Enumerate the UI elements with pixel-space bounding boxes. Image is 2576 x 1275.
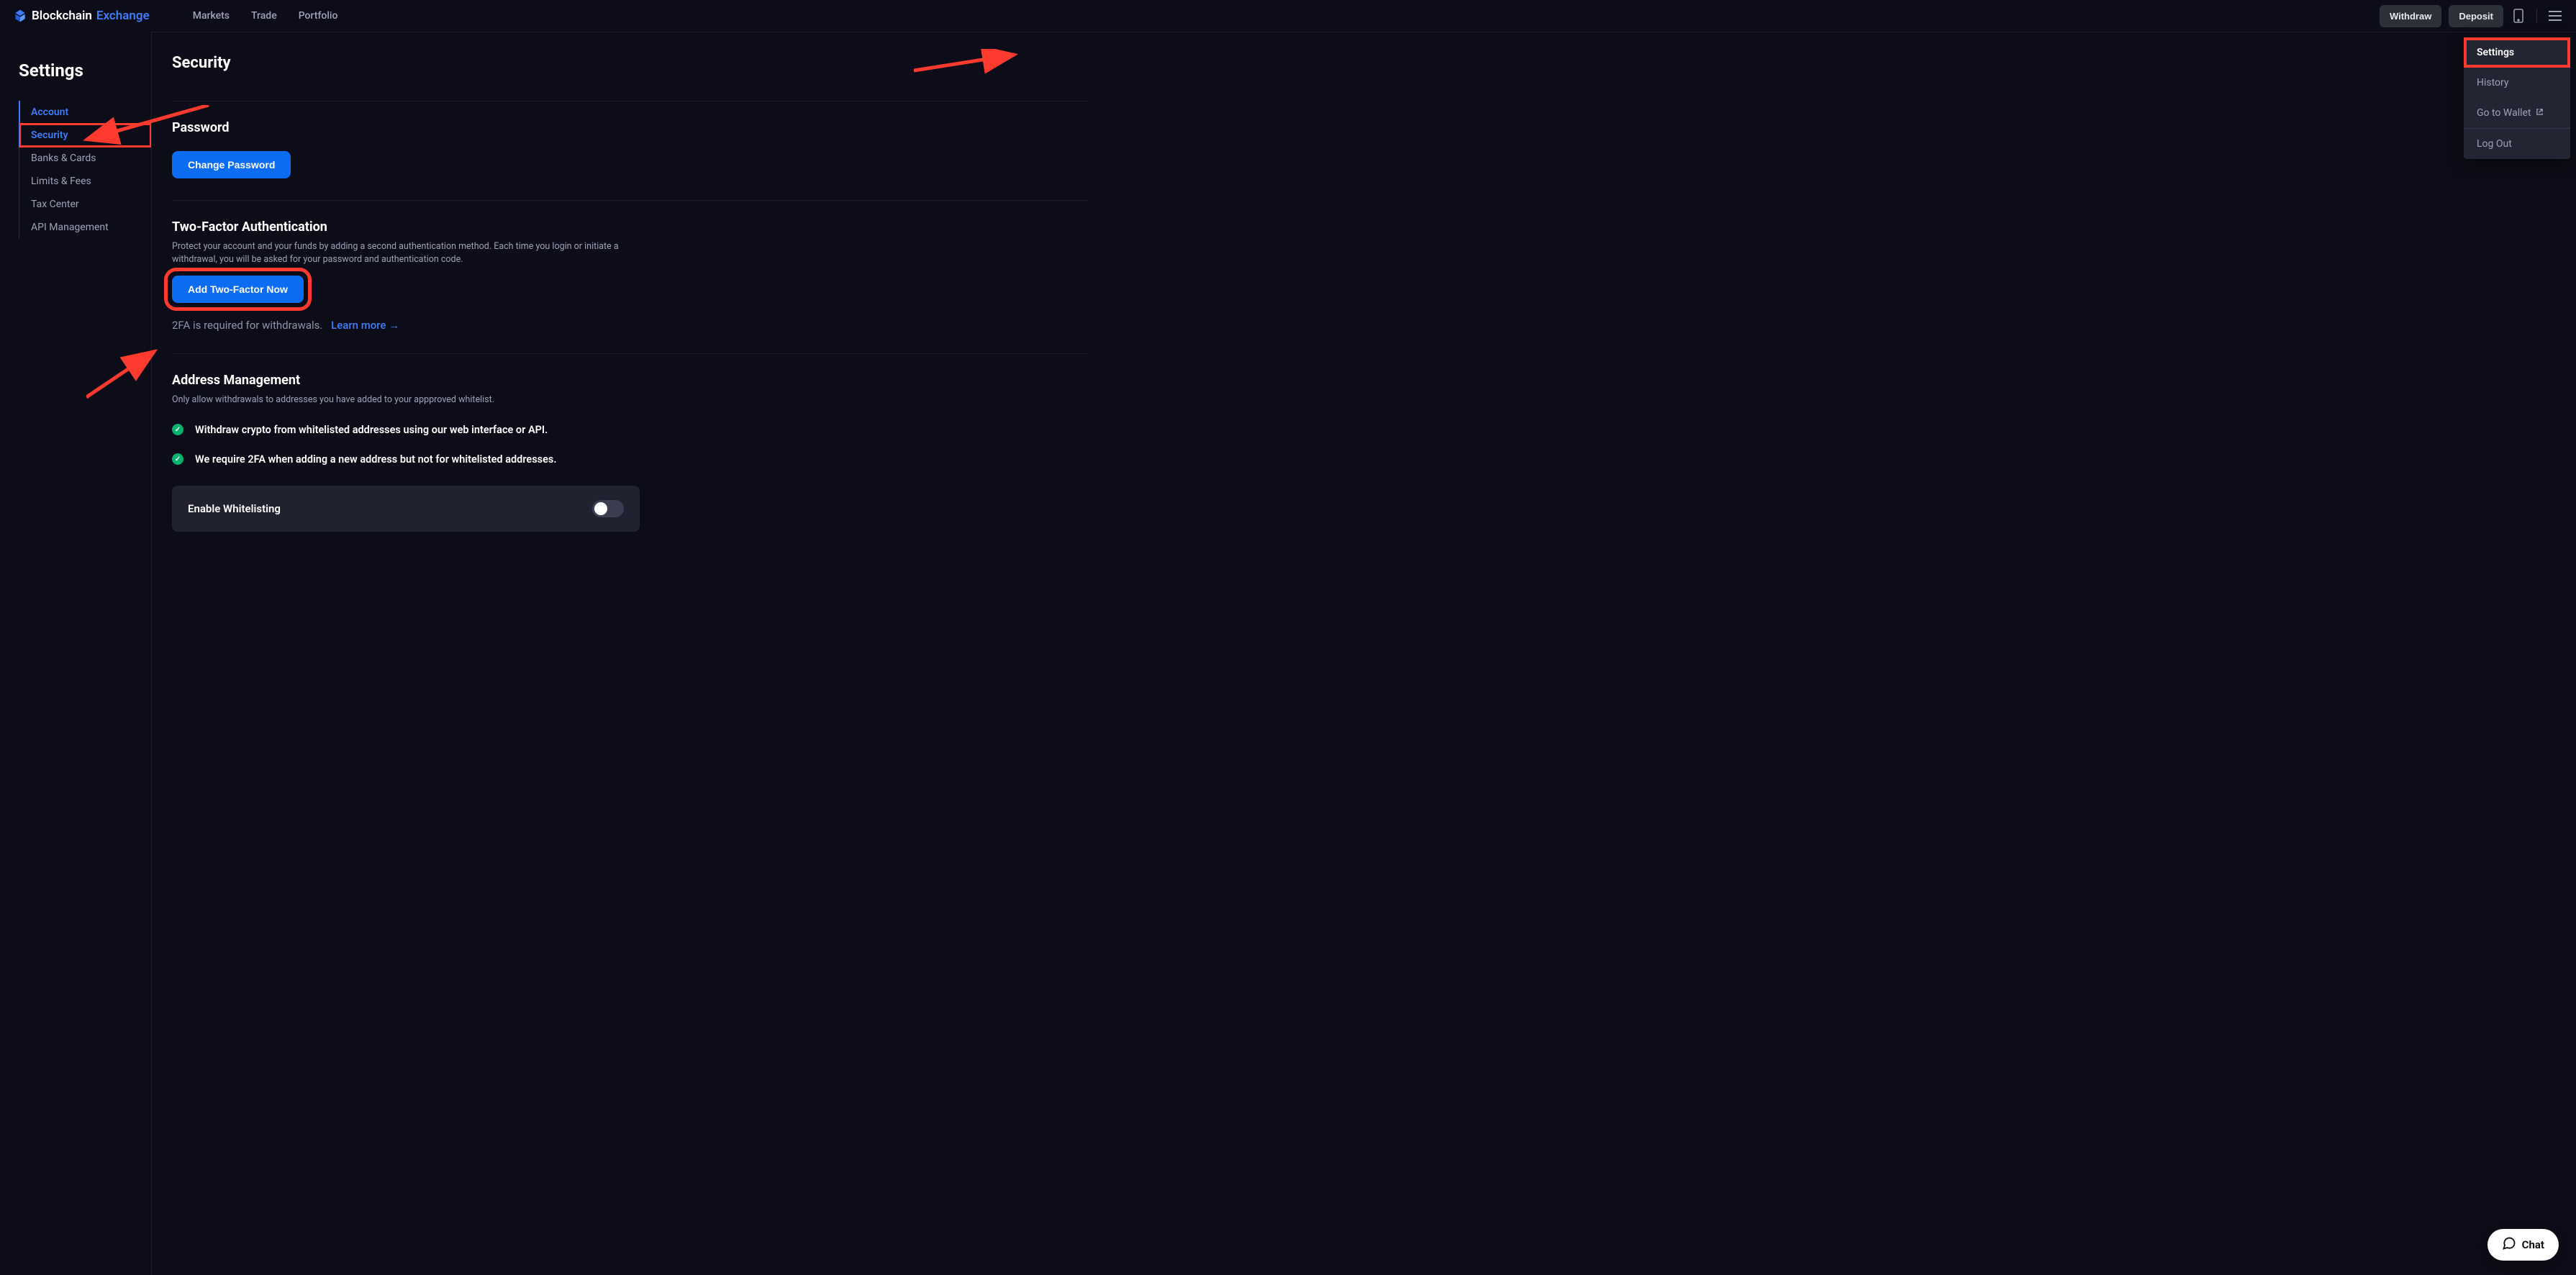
toggle-knob	[594, 502, 607, 515]
brand-word2: Exchange	[96, 9, 150, 23]
nav-trade[interactable]: Trade	[251, 10, 277, 22]
chat-bubble-icon	[2502, 1236, 2516, 1253]
sidebar-item-limits-fees[interactable]: Limits & Fees	[19, 170, 151, 193]
top-actions: Withdraw Deposit	[2380, 5, 2563, 27]
withdraw-button[interactable]: Withdraw	[2380, 5, 2441, 27]
main-content: Security Password Change Password Two-Fa…	[151, 32, 2576, 1275]
nav-links: Markets Trade Portfolio	[193, 10, 338, 22]
change-password-button[interactable]: Change Password	[172, 151, 291, 178]
address-bullet-1: ✓ Withdraw crypto from whitelisted addre…	[172, 424, 1089, 436]
whitelisting-toggle-card: Enable Whitelisting	[172, 486, 640, 532]
arrow-right-icon: →	[389, 319, 399, 332]
mobile-icon[interactable]	[2511, 8, 2526, 24]
address-bullet-1-text: Withdraw crypto from whitelisted address…	[195, 424, 548, 436]
hamburger-menu-icon[interactable]	[2547, 8, 2563, 24]
external-link-icon	[2536, 108, 2544, 118]
password-title: Password	[172, 120, 1089, 135]
dropdown-log-out[interactable]: Log Out	[2464, 129, 2570, 159]
sidebar-item-api-management[interactable]: API Management	[19, 216, 151, 239]
learn-more-link[interactable]: Learn more →	[331, 319, 399, 332]
check-icon: ✓	[172, 453, 183, 465]
topbar: Blockchain Exchange Markets Trade Portfo…	[0, 0, 2576, 32]
add-two-factor-button[interactable]: Add Two-Factor Now	[172, 276, 304, 303]
chat-widget[interactable]: Chat	[2487, 1229, 2559, 1261]
dropdown-go-to-wallet-label: Go to Wallet	[2477, 107, 2531, 119]
learn-more-label: Learn more	[331, 319, 386, 332]
twofa-section: Two-Factor Authentication Protect your a…	[172, 200, 1089, 353]
whitelisting-toggle[interactable]	[592, 500, 624, 517]
sidebar-item-account[interactable]: Account	[19, 101, 151, 124]
twofa-description: Protect your account and your funds by a…	[172, 240, 640, 266]
dropdown-settings[interactable]: Settings	[2464, 37, 2570, 68]
address-title: Address Management	[172, 373, 1089, 388]
twofa-title: Two-Factor Authentication	[172, 219, 1089, 235]
nav-portfolio[interactable]: Portfolio	[299, 10, 338, 22]
nav-markets[interactable]: Markets	[193, 10, 230, 22]
blockchain-logo-icon	[13, 9, 27, 23]
separator	[2536, 9, 2537, 23]
whitelisting-toggle-label: Enable Whitelisting	[188, 502, 281, 515]
address-bullet-2: ✓ We require 2FA when adding a new addre…	[172, 453, 1089, 466]
settings-sidebar: Settings Account Security Banks & Cards …	[0, 32, 151, 1275]
twofa-note-text: 2FA is required for withdrawals.	[172, 319, 322, 332]
check-icon: ✓	[172, 424, 183, 435]
address-description: Only allow withdrawals to addresses you …	[172, 394, 640, 407]
sidebar-item-security[interactable]: Security	[19, 124, 151, 147]
address-management-section: Address Management Only allow withdrawal…	[172, 353, 1089, 553]
brand-logo[interactable]: Blockchain Exchange	[13, 9, 150, 23]
chat-label: Chat	[2522, 1238, 2544, 1251]
brand-word1: Blockchain	[32, 9, 92, 23]
user-menu-dropdown: Settings History Go to Wallet Log Out	[2464, 37, 2570, 159]
sidebar-title: Settings	[19, 60, 151, 81]
dropdown-history[interactable]: History	[2464, 68, 2570, 98]
address-bullet-2-text: We require 2FA when adding a new address…	[195, 453, 557, 466]
password-section: Password Change Password	[172, 101, 1089, 200]
twofa-note: 2FA is required for withdrawals. Learn m…	[172, 319, 1089, 332]
page-heading: Security	[172, 54, 1089, 72]
deposit-button[interactable]: Deposit	[2449, 5, 2503, 27]
sidebar-item-banks-cards[interactable]: Banks & Cards	[19, 147, 151, 170]
dropdown-go-to-wallet[interactable]: Go to Wallet	[2464, 98, 2570, 128]
sidebar-item-tax-center[interactable]: Tax Center	[19, 193, 151, 216]
